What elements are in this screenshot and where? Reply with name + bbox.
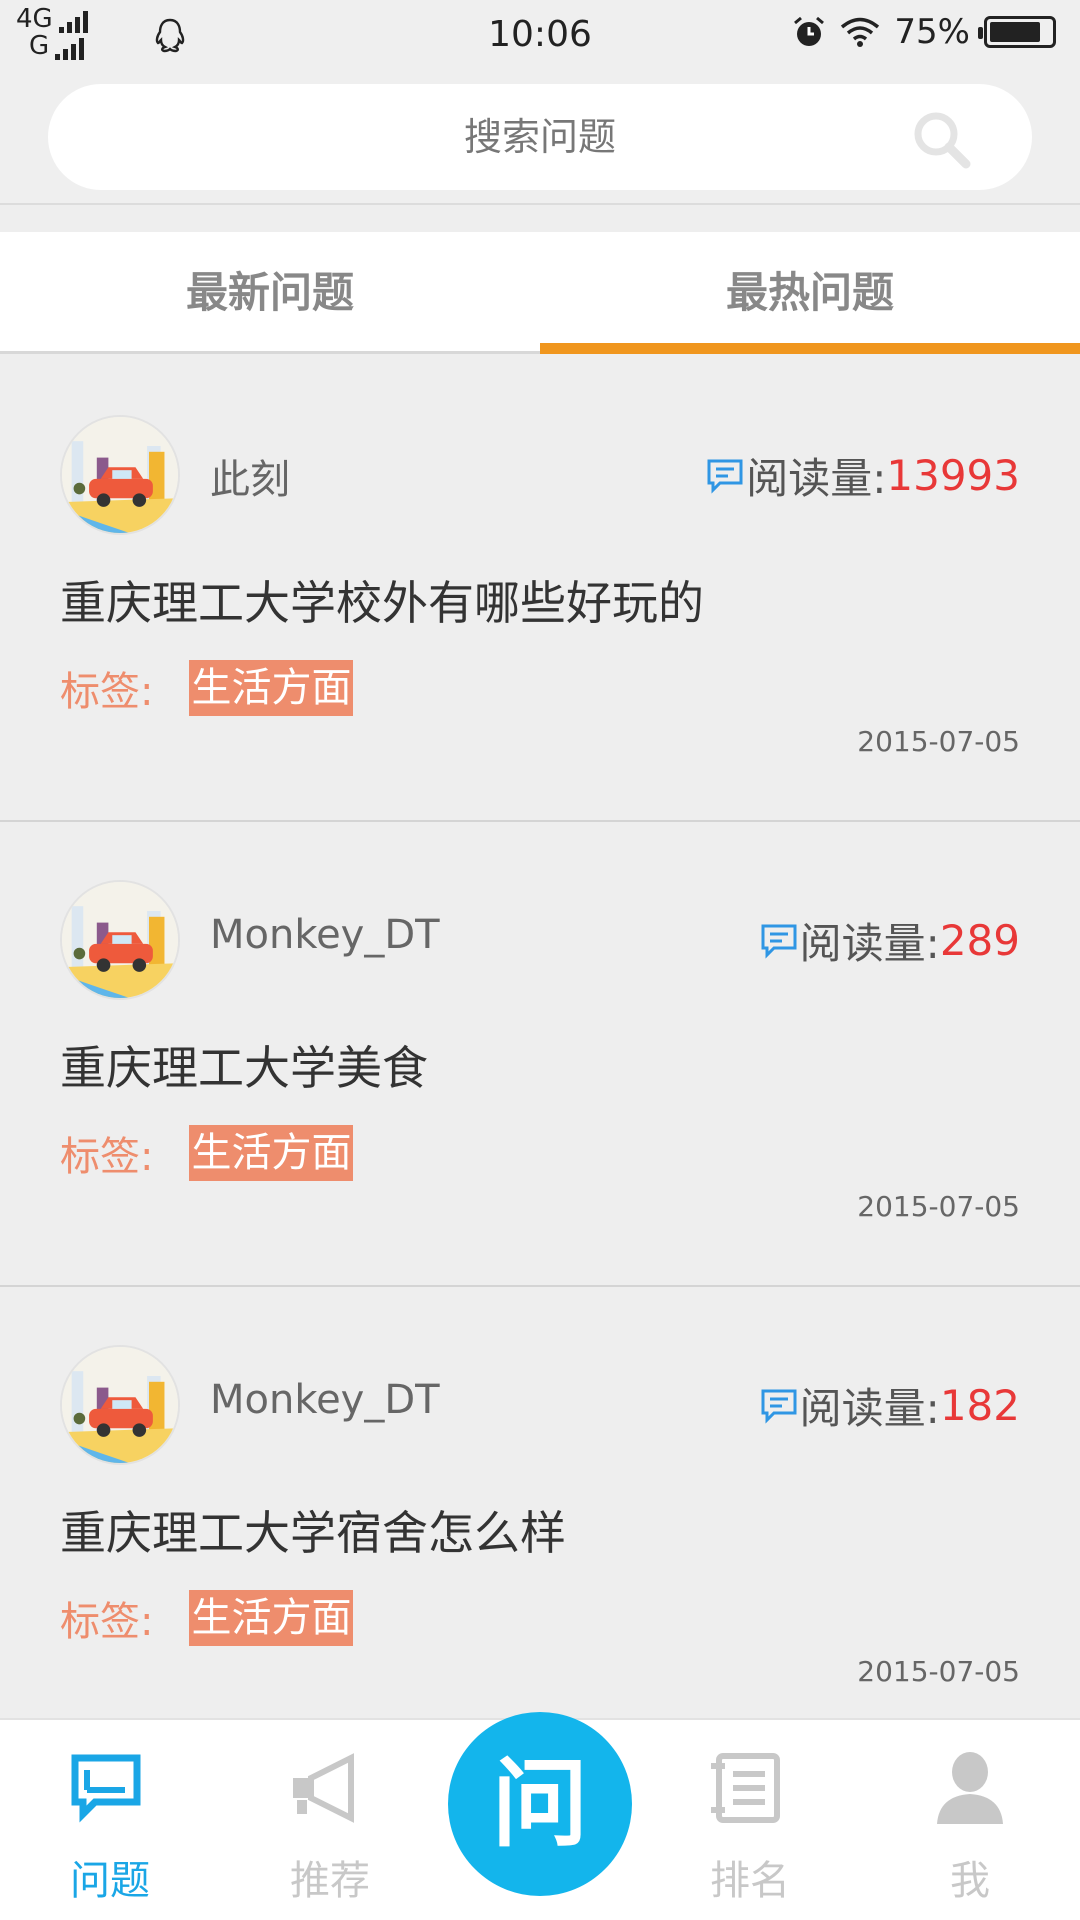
search-icon[interactable]	[910, 108, 974, 172]
search-box[interactable]	[48, 84, 1032, 190]
avatar[interactable]	[60, 880, 180, 1000]
search-input[interactable]	[48, 84, 1032, 190]
signal-icon	[55, 38, 85, 60]
tag-badge[interactable]: 生活方面	[189, 1125, 354, 1181]
nav-label: 推荐	[290, 1858, 370, 1904]
network-type-top: 4G	[16, 4, 53, 34]
author-name[interactable]: Monkey_DT	[210, 1377, 440, 1423]
tag-label: 标签:	[60, 1599, 154, 1645]
tab-bar: 最新问题 最热问题	[0, 232, 1080, 354]
author-name[interactable]: Monkey_DT	[210, 912, 440, 958]
question-item[interactable]: Monkey_DT 阅读量: 289 重庆理工大学美食 标签: 生活方面 2015…	[0, 822, 1080, 1287]
question-chat-icon	[71, 1754, 141, 1823]
network-indicator: 4G G	[16, 6, 88, 60]
question-title[interactable]: 重庆理工大学美食	[60, 1032, 428, 1098]
tab-hottest[interactable]: 最热问题	[540, 232, 1080, 354]
bottom-nav: 问题 推荐 问 排名 我	[0, 1712, 1080, 1920]
comment-icon	[761, 924, 797, 959]
signal-icon	[58, 11, 88, 33]
nav-me[interactable]: 我	[870, 1720, 1070, 1920]
read-count-value: 182	[939, 1381, 1020, 1430]
status-right: 75%	[792, 12, 1056, 52]
question-item[interactable]: Monkey_DT 阅读量: 182 重庆理工大学宿舍怎么样 标签: 生活方面 2…	[0, 1287, 1080, 1752]
read-count-label: 阅读量:	[799, 1384, 940, 1433]
nav-ranking[interactable]: 排名	[650, 1720, 850, 1920]
ask-question-button[interactable]: 问	[448, 1712, 632, 1896]
post-date: 2015-07-05	[857, 1655, 1020, 1688]
comment-icon	[707, 459, 743, 494]
post-date: 2015-07-05	[857, 1190, 1020, 1223]
question-list: 此刻 阅读量: 13993 重庆理工大学校外有哪些好玩的 标签: 生活方面 201…	[0, 357, 1080, 1752]
tag-row: 标签: 生活方面	[60, 1124, 354, 1182]
question-item[interactable]: 此刻 阅读量: 13993 重庆理工大学校外有哪些好玩的 标签: 生活方面 201…	[0, 357, 1080, 822]
car-city-avatar-icon	[62, 417, 178, 533]
car-city-avatar-icon	[62, 1347, 178, 1463]
car-city-avatar-icon	[62, 882, 178, 998]
read-count: 阅读量: 182	[760, 1375, 1020, 1436]
comment-icon	[761, 1389, 797, 1424]
read-count: 阅读量: 13993	[706, 445, 1020, 506]
read-count-label: 阅读量:	[799, 919, 940, 968]
nav-label: 排名	[710, 1858, 790, 1904]
question-title[interactable]: 重庆理工大学校外有哪些好玩的	[60, 567, 704, 633]
ranking-list-icon	[711, 1753, 780, 1823]
tag-row: 标签: 生活方面	[60, 1589, 354, 1647]
qq-penguin-icon	[155, 18, 185, 53]
read-count: 阅读量: 289	[760, 910, 1020, 971]
post-date: 2015-07-05	[857, 725, 1020, 758]
read-count-value: 13993	[886, 451, 1020, 500]
question-title[interactable]: 重庆理工大学宿舍怎么样	[60, 1497, 566, 1563]
nav-label: 问题	[70, 1858, 150, 1904]
read-count-value: 289	[939, 916, 1020, 965]
battery-icon	[978, 16, 1056, 48]
ask-button-label: 问	[492, 1748, 588, 1860]
nav-label: 我	[950, 1858, 990, 1904]
network-type-bottom: G	[29, 31, 50, 61]
tag-label: 标签:	[60, 669, 154, 715]
tag-badge[interactable]: 生活方面	[189, 1590, 354, 1646]
nav-questions[interactable]: 问题	[10, 1720, 210, 1920]
search-area	[0, 70, 1080, 205]
tab-latest[interactable]: 最新问题	[0, 232, 540, 351]
status-bar: 4G G 10:06 75%	[0, 0, 1080, 70]
megaphone-icon	[293, 1753, 354, 1823]
tag-label: 标签:	[60, 1134, 154, 1180]
avatar[interactable]	[60, 415, 180, 535]
wifi-icon	[841, 17, 880, 47]
author-name[interactable]: 此刻	[210, 447, 290, 505]
battery-percent: 75%	[894, 12, 970, 52]
alarm-icon	[794, 16, 825, 46]
tag-badge[interactable]: 生活方面	[189, 660, 354, 716]
nav-recommend[interactable]: 推荐	[230, 1720, 430, 1920]
user-icon	[937, 1752, 1003, 1824]
tag-row: 标签: 生活方面	[60, 659, 354, 717]
avatar[interactable]	[60, 1345, 180, 1465]
clock: 10:06	[488, 14, 592, 55]
read-count-label: 阅读量:	[746, 454, 887, 503]
